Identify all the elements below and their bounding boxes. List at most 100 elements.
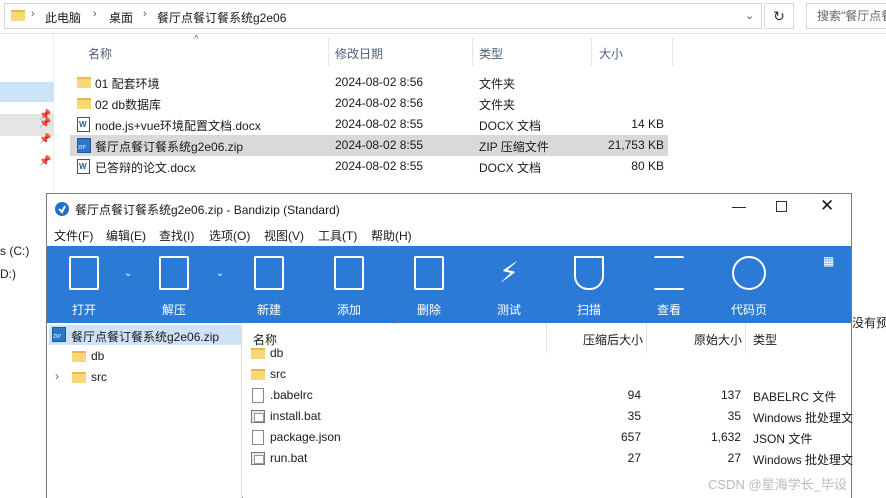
file-row[interactable]: 已答辩的论文.docx 2024-08-02 8:55 DOCX 文档 80 K…: [70, 156, 668, 177]
delete-button[interactable]: 删除: [404, 246, 454, 323]
add-button[interactable]: 添加: [324, 246, 374, 323]
file-size: 14 KB: [631, 117, 664, 131]
title-bar[interactable]: 餐厅点餐订餐系统g2e06.zip - Bandizip (Standard) …: [47, 194, 851, 224]
view-button[interactable]: 查看: [644, 246, 694, 323]
nav-selected-item[interactable]: [0, 82, 54, 102]
folder-icon: [72, 372, 86, 383]
close-icon[interactable]: ✕: [820, 196, 834, 216]
column-date[interactable]: 修改日期: [335, 45, 383, 62]
chevron-down-icon[interactable]: ⌄: [216, 268, 224, 279]
item-original: 1,632: [710, 430, 741, 444]
menu-help[interactable]: 帮助(H): [371, 227, 412, 244]
column-divider[interactable]: [591, 38, 592, 66]
refresh-icon[interactable]: ↻: [764, 3, 794, 29]
tree-root-label[interactable]: 餐厅点餐订餐系统g2e06.zip: [71, 328, 219, 345]
folder-icon: [251, 369, 265, 380]
button-label: 测试: [496, 303, 521, 317]
list-item[interactable]: .babelrc 94 137 BABELRC 文件: [243, 385, 851, 406]
minimize-icon[interactable]: —: [732, 198, 746, 214]
drive-d[interactable]: D:): [0, 267, 16, 281]
new-archive-icon: [254, 256, 284, 290]
button-label: 代码页: [730, 303, 767, 317]
word-doc-icon: [77, 117, 90, 132]
column-divider[interactable]: [328, 38, 329, 66]
button-label: 添加: [336, 303, 361, 317]
item-name: .babelrc: [270, 388, 313, 402]
zip-icon: [77, 138, 91, 153]
address-bar[interactable]: › 此电脑 › 桌面 › 餐厅点餐订餐系统g2e06 ⌄: [4, 3, 762, 29]
pin-icon: 📌: [39, 134, 52, 145]
drive-c[interactable]: s (C:): [0, 244, 29, 258]
add-file-icon: [334, 256, 364, 290]
file-type: DOCX 文档: [479, 161, 542, 175]
codepage-globe-icon: [732, 256, 766, 290]
folder-icon: [251, 348, 265, 359]
delete-file-icon: [414, 256, 444, 290]
file-row[interactable]: node.js+vue环境配置文档.docx 2024-08-02 8:55 D…: [70, 114, 668, 135]
list-item[interactable]: src: [243, 364, 851, 385]
test-lightning-icon: ⚡: [499, 257, 519, 288]
bandizip-logo-icon: [55, 202, 69, 216]
file-type: ZIP 压缩文件: [479, 140, 549, 154]
bandizip-window: 餐厅点餐订餐系统g2e06.zip - Bandizip (Standard) …: [46, 193, 854, 498]
layout-grid-icon[interactable]: ▦: [823, 254, 834, 268]
chevron-right-icon[interactable]: ›: [55, 369, 59, 383]
open-icon: [69, 256, 99, 290]
breadcrumb-item[interactable]: 餐厅点餐订餐系统g2e06: [157, 9, 286, 26]
column-divider[interactable]: [672, 38, 673, 66]
item-name: db: [270, 346, 284, 360]
chevron-right-icon: ›: [93, 8, 97, 20]
breadcrumb-item[interactable]: 此电脑: [45, 9, 81, 26]
item-type: Windows 批处理文: [753, 453, 854, 467]
item-name: run.bat: [270, 451, 308, 465]
extract-icon: [159, 256, 189, 290]
item-packed: 94: [627, 388, 641, 402]
codepage-button[interactable]: 代码页: [724, 246, 774, 323]
file-name: 01 配套环境: [95, 77, 160, 91]
tree-item-src[interactable]: src: [91, 370, 107, 384]
chevron-down-icon[interactable]: ⌄: [745, 9, 754, 22]
breadcrumb-item[interactable]: 桌面: [109, 9, 133, 26]
item-original: 137: [720, 388, 741, 402]
search-input[interactable]: 搜索"餐厅点餐: [806, 3, 886, 29]
menu-edit[interactable]: 编辑(E): [106, 227, 146, 244]
new-archive-button[interactable]: 新建: [244, 246, 294, 323]
extract-button[interactable]: 解压: [149, 246, 199, 323]
item-name: src: [270, 367, 286, 381]
column-divider[interactable]: [472, 38, 473, 66]
list-item[interactable]: db: [243, 343, 851, 364]
file-date: 2024-08-02 8:56: [335, 96, 424, 110]
file-row-selected[interactable]: 餐厅点餐订餐系统g2e06.zip 2024-08-02 8:55 ZIP 压缩…: [70, 135, 668, 156]
scan-button[interactable]: 扫描: [564, 246, 614, 323]
list-item[interactable]: run.bat 27 27 Windows 批处理文: [243, 448, 854, 469]
maximize-icon[interactable]: [776, 201, 787, 212]
menu-find[interactable]: 查找(I): [159, 227, 194, 244]
list-item[interactable]: install.bat 35 35 Windows 批处理文: [243, 406, 853, 427]
column-size[interactable]: 大小: [599, 45, 623, 62]
tree-item-db[interactable]: db: [91, 349, 104, 363]
scan-shield-icon: [574, 256, 604, 290]
menu-options[interactable]: 选项(O): [209, 227, 250, 244]
button-label: 删除: [416, 303, 441, 317]
open-button[interactable]: 打开: [59, 246, 109, 323]
sort-up-icon: ^: [194, 34, 199, 45]
file-icon: [252, 430, 264, 445]
menu-view[interactable]: 视图(V): [264, 227, 304, 244]
file-date: 2024-08-02 8:55: [335, 117, 424, 131]
item-type: BABELRC 文件: [753, 390, 837, 404]
item-name: install.bat: [270, 409, 321, 423]
menu-file[interactable]: 文件(F): [54, 227, 93, 244]
chevron-down-icon[interactable]: ⌄: [124, 268, 132, 279]
column-type[interactable]: 类型: [479, 45, 503, 62]
file-row[interactable]: 02 db数据库 2024-08-02 8:56 文件夹: [70, 93, 668, 114]
file-row[interactable]: 01 配套环境 2024-08-02 8:56 文件夹: [70, 72, 668, 93]
column-name[interactable]: 名称: [88, 45, 112, 62]
view-list-icon: [654, 256, 684, 290]
menu-tools[interactable]: 工具(T): [318, 227, 357, 244]
address-bar-area: › 此电脑 › 桌面 › 餐厅点餐订餐系统g2e06 ⌄ ↻ 搜索"餐厅点餐: [0, 0, 886, 34]
test-button[interactable]: ⚡ 测试: [484, 246, 534, 323]
list-item[interactable]: package.json 657 1,632 JSON 文件: [243, 427, 851, 448]
batch-file-icon: [251, 410, 265, 423]
button-label: 解压: [161, 303, 186, 317]
menu-bar: 文件(F) 编辑(E) 查找(I) 选项(O) 视图(V) 工具(T) 帮助(H…: [47, 224, 851, 246]
